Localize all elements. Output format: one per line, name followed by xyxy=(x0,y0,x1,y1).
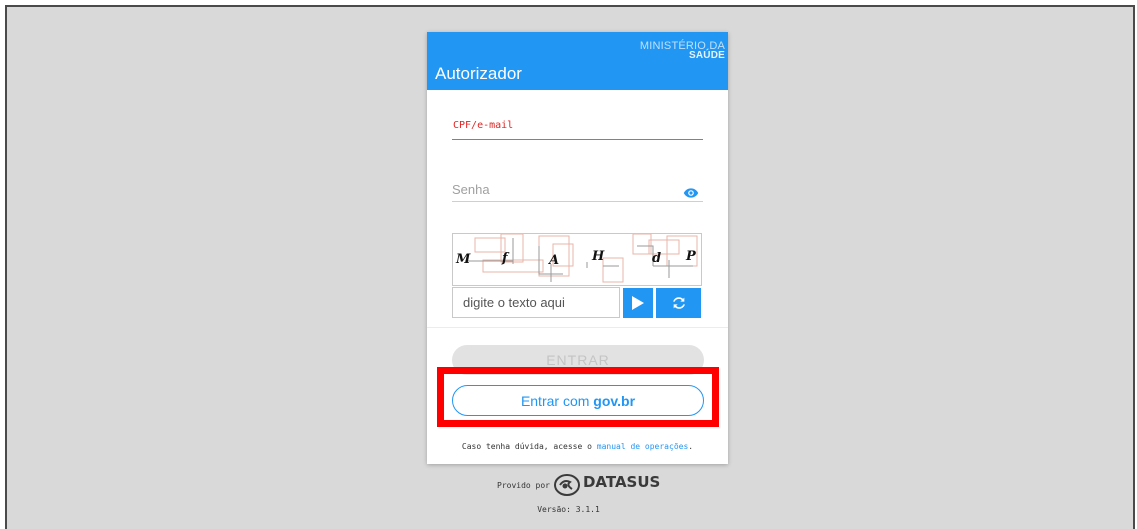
cpf-email-underline xyxy=(452,139,703,140)
datasus-subtitle xyxy=(583,492,660,496)
help-text: Caso tenha dúvida, acesse o manual de op… xyxy=(427,442,728,451)
captcha-char: M xyxy=(456,252,471,267)
govbr-login-button[interactable]: Entrar com gov.br xyxy=(452,385,704,416)
password-field[interactable] xyxy=(452,179,680,199)
datasus-logo: DATASUS xyxy=(553,473,661,496)
ministerio-line2: SAÚDE xyxy=(688,50,725,61)
captcha-audio-button[interactable] xyxy=(623,288,653,318)
eye-icon[interactable] xyxy=(683,185,699,201)
provided-label: Provido por xyxy=(497,480,550,490)
govbr-brand: gov.br xyxy=(593,392,636,409)
help-suffix: . xyxy=(688,442,694,451)
ministerio-logo: MINISTÉRIO DA SAÚDE xyxy=(640,41,725,61)
captcha-char: P xyxy=(686,249,696,264)
captcha-char: f xyxy=(502,251,508,266)
card-header: MINISTÉRIO DA SAÚDE Autorizador xyxy=(427,32,728,90)
version-text: Versão: 3.1.1 xyxy=(537,505,600,514)
divider xyxy=(427,327,728,328)
password-underline xyxy=(452,201,703,202)
govbr-prefix: Entrar com xyxy=(520,392,594,409)
help-prefix: Caso tenha dúvida, acesse o xyxy=(461,442,597,451)
entrar-button[interactable]: ENTRAR xyxy=(452,345,704,375)
captcha-char: H xyxy=(592,249,605,264)
captcha-char: A xyxy=(549,253,560,268)
app-title: Autorizador xyxy=(435,64,522,83)
refresh-icon xyxy=(672,297,685,309)
captcha-noise xyxy=(465,234,698,283)
captcha-input[interactable] xyxy=(452,287,620,318)
provided-by: Provido por DATASUS xyxy=(497,474,660,496)
captcha-refresh-button[interactable] xyxy=(656,288,701,318)
cpf-email-field[interactable]: CPF/e-mail xyxy=(453,120,513,131)
login-card: MINISTÉRIO DA SAÚDE Autorizador CPF/e-ma… xyxy=(427,32,728,464)
play-icon xyxy=(632,296,644,310)
datasus-logo-icon xyxy=(553,474,580,496)
manual-link[interactable]: manual de operações xyxy=(597,442,689,451)
captcha-image: M f A H d P xyxy=(452,233,702,286)
datasus-name: DATASUS xyxy=(582,473,661,491)
captcha-char: d xyxy=(652,251,662,266)
